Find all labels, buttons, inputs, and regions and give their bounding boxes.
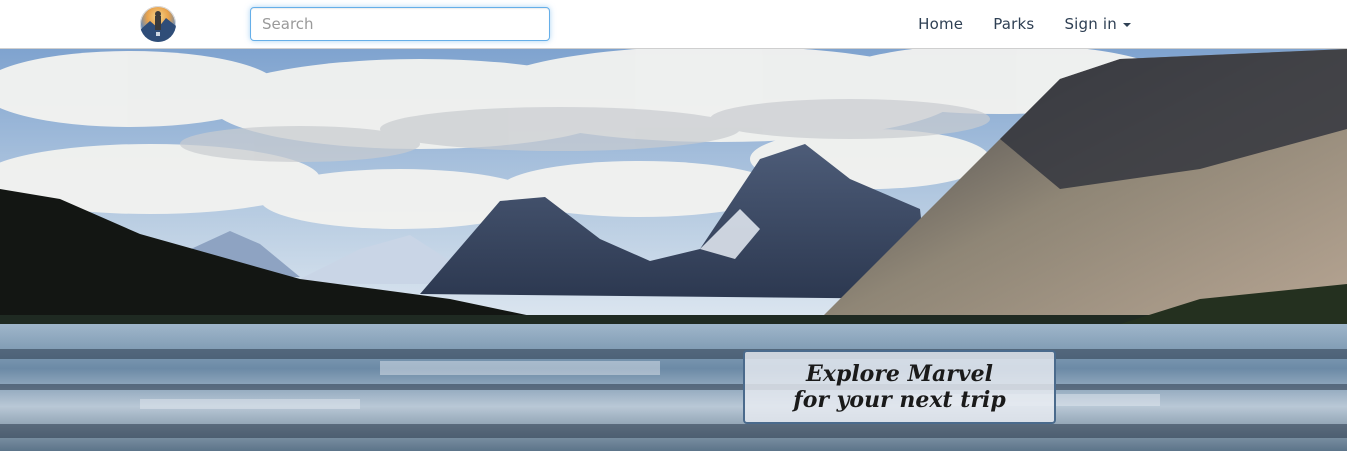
nav-link-parks[interactable]: Parks bbox=[993, 15, 1034, 33]
nav-menu: Home Parks Sign in bbox=[918, 0, 1131, 48]
sign-in-label: Sign in bbox=[1064, 15, 1117, 33]
tagline-box: Explore Marvel for your next trip bbox=[743, 350, 1056, 424]
sign-in-dropdown[interactable]: Sign in bbox=[1064, 15, 1131, 33]
park-logo-icon[interactable] bbox=[140, 6, 176, 42]
caret-down-icon bbox=[1123, 23, 1131, 27]
hero-image bbox=[0, 49, 1347, 451]
navbar: Home Parks Sign in bbox=[0, 0, 1347, 49]
hero-banner: Explore Marvel for your next trip bbox=[0, 49, 1347, 451]
tagline-line-1: Explore Marvel bbox=[806, 361, 993, 387]
tagline-line-2: for your next trip bbox=[793, 387, 1006, 413]
search-input[interactable] bbox=[250, 7, 550, 41]
nav-link-home[interactable]: Home bbox=[918, 15, 963, 33]
nav-link-home-label: Home bbox=[918, 15, 964, 33]
nav-link-parks-label: Parks bbox=[993, 15, 1035, 33]
